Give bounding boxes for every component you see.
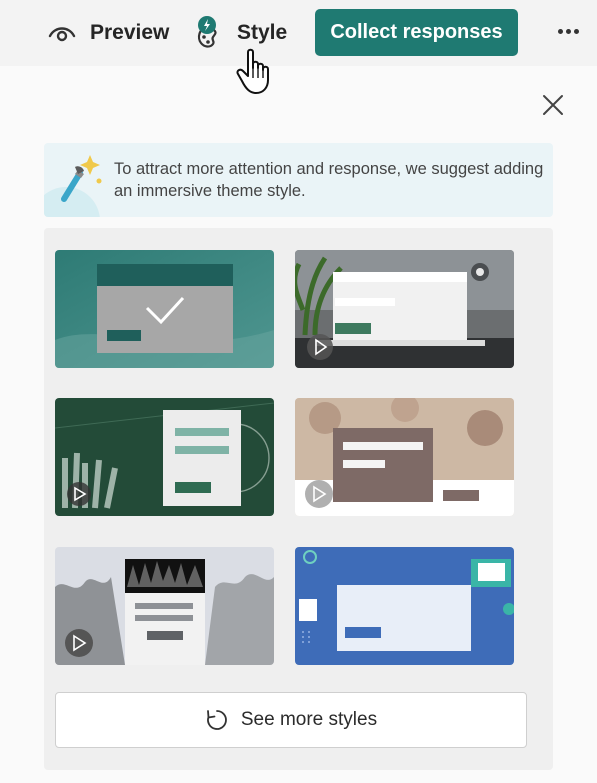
refresh-icon (206, 710, 227, 730)
collect-responses-button[interactable]: Collect responses (315, 9, 518, 56)
style-card-teal-checkmark[interactable] (55, 250, 274, 368)
style-thumbnail (295, 547, 514, 665)
collect-responses-label: Collect responses (330, 21, 503, 43)
style-card-chalkboard[interactable] (55, 398, 274, 516)
palette-icon (197, 16, 217, 48)
style-card-kids-drawing[interactable] (295, 398, 514, 516)
style-thumbnail (55, 398, 274, 516)
style-card-office-desk[interactable] (295, 250, 514, 368)
tip-text: To attract more attention and response, … (114, 160, 544, 200)
style-card-concert-crowd[interactable] (55, 547, 274, 665)
preview-button[interactable]: Preview (48, 12, 169, 54)
paintbrush-icon (44, 155, 102, 217)
style-thumbnail (295, 250, 514, 368)
theme-suggestion-banner: To attract more attention and response, … (44, 143, 553, 217)
style-thumbnail (55, 250, 274, 368)
eye-icon (48, 27, 76, 42)
see-more-styles-button[interactable]: See more styles (55, 692, 527, 748)
top-toolbar: Preview Style Collect responses (0, 0, 597, 66)
see-more-styles-label: See more styles (240, 709, 378, 730)
style-thumbnail (295, 398, 514, 516)
style-label: Style (237, 21, 288, 44)
more-options-button[interactable] (556, 22, 582, 42)
close-icon (543, 95, 563, 115)
hand-pointer-icon (236, 48, 269, 94)
close-button[interactable] (540, 92, 566, 118)
preview-label: Preview (90, 21, 170, 44)
style-thumbnail (55, 547, 274, 665)
style-card-blue-study[interactable] (295, 547, 514, 665)
